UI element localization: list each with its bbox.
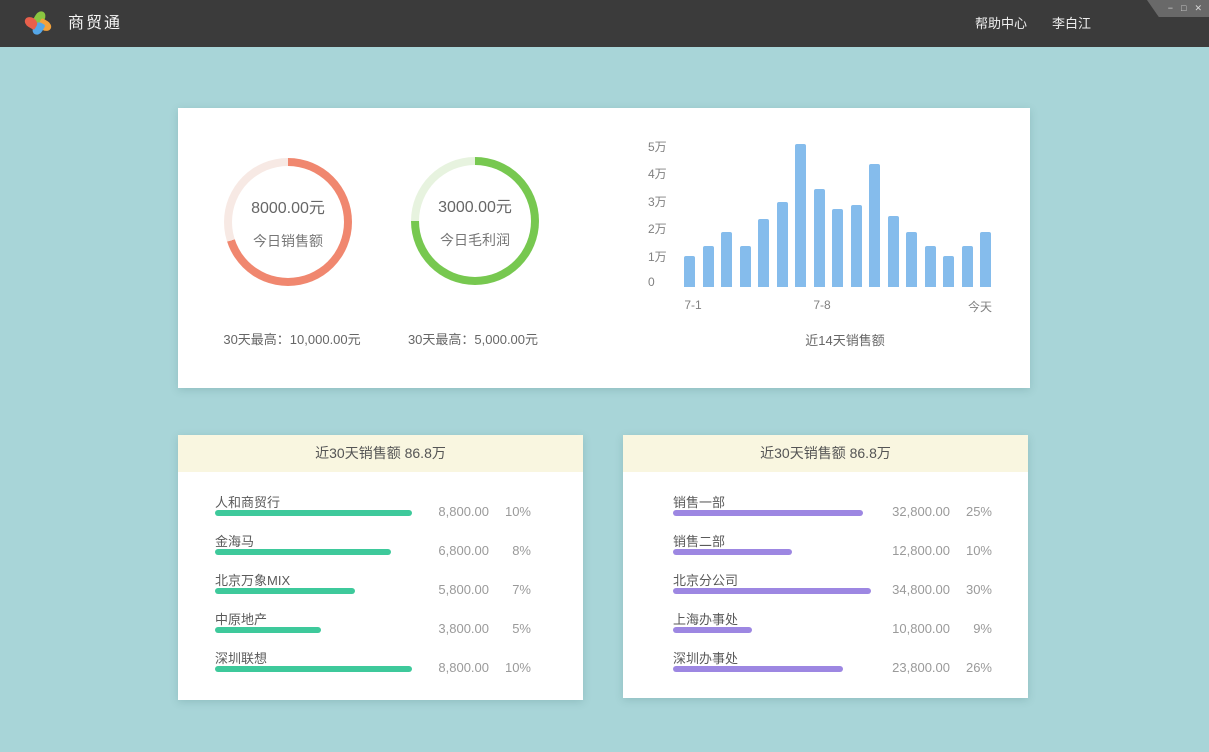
department-row[interactable]: 上海办事处 10,800.00 9% [623, 609, 1028, 647]
bar [925, 246, 936, 287]
customer-percent: 7% [501, 582, 531, 597]
department-values: 32,800.00 25% [880, 504, 992, 519]
maximize-icon[interactable]: □ [1181, 4, 1186, 13]
customer-progress-bar [215, 510, 412, 516]
department-progress-bar [673, 666, 843, 672]
bar [758, 219, 769, 287]
bar [795, 144, 806, 287]
department-values: 10,800.00 9% [880, 621, 992, 636]
bar [888, 216, 899, 287]
department-percent: 25% [962, 504, 992, 519]
department-progress-bar [673, 549, 792, 555]
minimize-icon[interactable]: − [1168, 4, 1173, 13]
customer-values: 8,800.00 10% [419, 504, 531, 519]
x-tick-today: 今天 [968, 298, 992, 315]
department-percent: 30% [962, 582, 992, 597]
customers-sales-card: 近30天销售额 86.8万 人和商贸行 8,800.00 10% 金海马 6,8… [178, 435, 583, 700]
window-controls: − □ ✕ [1147, 0, 1209, 17]
department-amount: 10,800.00 [880, 621, 950, 636]
department-progress-bar [673, 627, 752, 633]
app-title: 商贸通 [68, 0, 122, 47]
department-percent: 9% [962, 621, 992, 636]
bar [906, 232, 917, 287]
overview-card: 8000.00元 今日销售额 3000.00元 今日毛利润 30天最高：10,0… [178, 108, 1030, 388]
customers-card-title: 近30天销售额 86.8万 [178, 435, 583, 472]
sales-30day-max-caption: 30天最高：10,000.00元 [187, 329, 397, 348]
bar [869, 164, 880, 287]
close-icon[interactable]: ✕ [1194, 4, 1202, 13]
today-sales-donut-center: 8000.00元 今日销售额 [232, 166, 344, 278]
today-profit-value: 3000.00元 [438, 193, 512, 217]
profit-30day-max-caption: 30天最高：5,000.00元 [368, 329, 578, 348]
department-percent: 26% [962, 660, 992, 675]
customer-values: 6,800.00 8% [419, 543, 531, 558]
customer-row[interactable]: 中原地产 3,800.00 5% [178, 609, 583, 647]
customer-percent: 5% [501, 621, 531, 636]
department-progress-bar [673, 588, 871, 594]
department-row[interactable]: 销售二部 12,800.00 10% [623, 531, 1028, 569]
today-profit-donut: 3000.00元 今日毛利润 [411, 157, 539, 285]
bar [851, 205, 862, 287]
pinwheel-logo-icon [26, 11, 50, 35]
user-name-menu[interactable]: 李白江 [1052, 0, 1091, 47]
customer-amount: 8,800.00 [419, 660, 489, 675]
department-values: 12,800.00 10% [880, 543, 992, 558]
bar [962, 246, 973, 287]
customer-percent: 10% [501, 660, 531, 675]
today-sales-value: 8000.00元 [251, 194, 325, 218]
customer-values: 5,800.00 7% [419, 582, 531, 597]
customer-row[interactable]: 人和商贸行 8,800.00 10% [178, 492, 583, 530]
help-center-link[interactable]: 帮助中心 [975, 0, 1027, 47]
department-row[interactable]: 深圳办事处 23,800.00 26% [623, 648, 1028, 686]
bar [684, 256, 695, 287]
today-sales-donut: 8000.00元 今日销售额 [224, 158, 352, 286]
bar [740, 246, 751, 287]
customer-amount: 6,800.00 [419, 543, 489, 558]
department-amount: 34,800.00 [880, 582, 950, 597]
today-profit-donut-center: 3000.00元 今日毛利润 [419, 165, 531, 277]
bar [814, 189, 825, 287]
department-amount: 23,800.00 [880, 660, 950, 675]
customer-values: 8,800.00 10% [419, 660, 531, 675]
bar-chart-title: 近14天销售额 [745, 330, 945, 349]
bar-chart-bars [684, 144, 991, 287]
today-sales-label: 今日销售额 [253, 231, 323, 251]
x-tick-middle: 7-8 [813, 298, 830, 312]
customer-amount: 8,800.00 [419, 504, 489, 519]
department-amount: 12,800.00 [880, 543, 950, 558]
department-percent: 10% [962, 543, 992, 558]
bar [980, 232, 991, 287]
department-row[interactable]: 北京分公司 34,800.00 30% [623, 570, 1028, 608]
customer-progress-bar [215, 588, 355, 594]
app-window: 商贸通 帮助中心 李白江 − □ ✕ 8000.00元 今日销售额 3000.0… [0, 0, 1209, 752]
today-profit-label: 今日毛利润 [440, 230, 510, 250]
customer-progress-bar [215, 627, 321, 633]
departments-card-title: 近30天销售额 86.8万 [623, 435, 1028, 472]
customer-amount: 5,800.00 [419, 582, 489, 597]
customer-row[interactable]: 金海马 6,800.00 8% [178, 531, 583, 569]
customer-amount: 3,800.00 [419, 621, 489, 636]
bar [703, 246, 714, 287]
bar [943, 256, 954, 287]
department-progress-bar [673, 510, 863, 516]
customer-row[interactable]: 北京万象MIX 5,800.00 7% [178, 570, 583, 608]
departments-sales-card: 近30天销售额 86.8万 销售一部 32,800.00 25% 销售二部 12… [623, 435, 1028, 698]
department-row[interactable]: 销售一部 32,800.00 25% [623, 492, 1028, 530]
customer-percent: 10% [501, 504, 531, 519]
bar [832, 209, 843, 287]
department-values: 34,800.00 30% [880, 582, 992, 597]
customer-row[interactable]: 深圳联想 8,800.00 10% [178, 648, 583, 686]
department-amount: 32,800.00 [880, 504, 950, 519]
department-values: 23,800.00 26% [880, 660, 992, 675]
bar [721, 232, 732, 287]
bar [777, 202, 788, 287]
top-bar: 商贸通 帮助中心 李白江 − □ ✕ [0, 0, 1209, 47]
customer-progress-bar [215, 549, 391, 555]
customer-values: 3,800.00 5% [419, 621, 531, 636]
customer-percent: 8% [501, 543, 531, 558]
x-tick-first: 7-1 [684, 298, 701, 312]
customer-progress-bar [215, 666, 412, 672]
